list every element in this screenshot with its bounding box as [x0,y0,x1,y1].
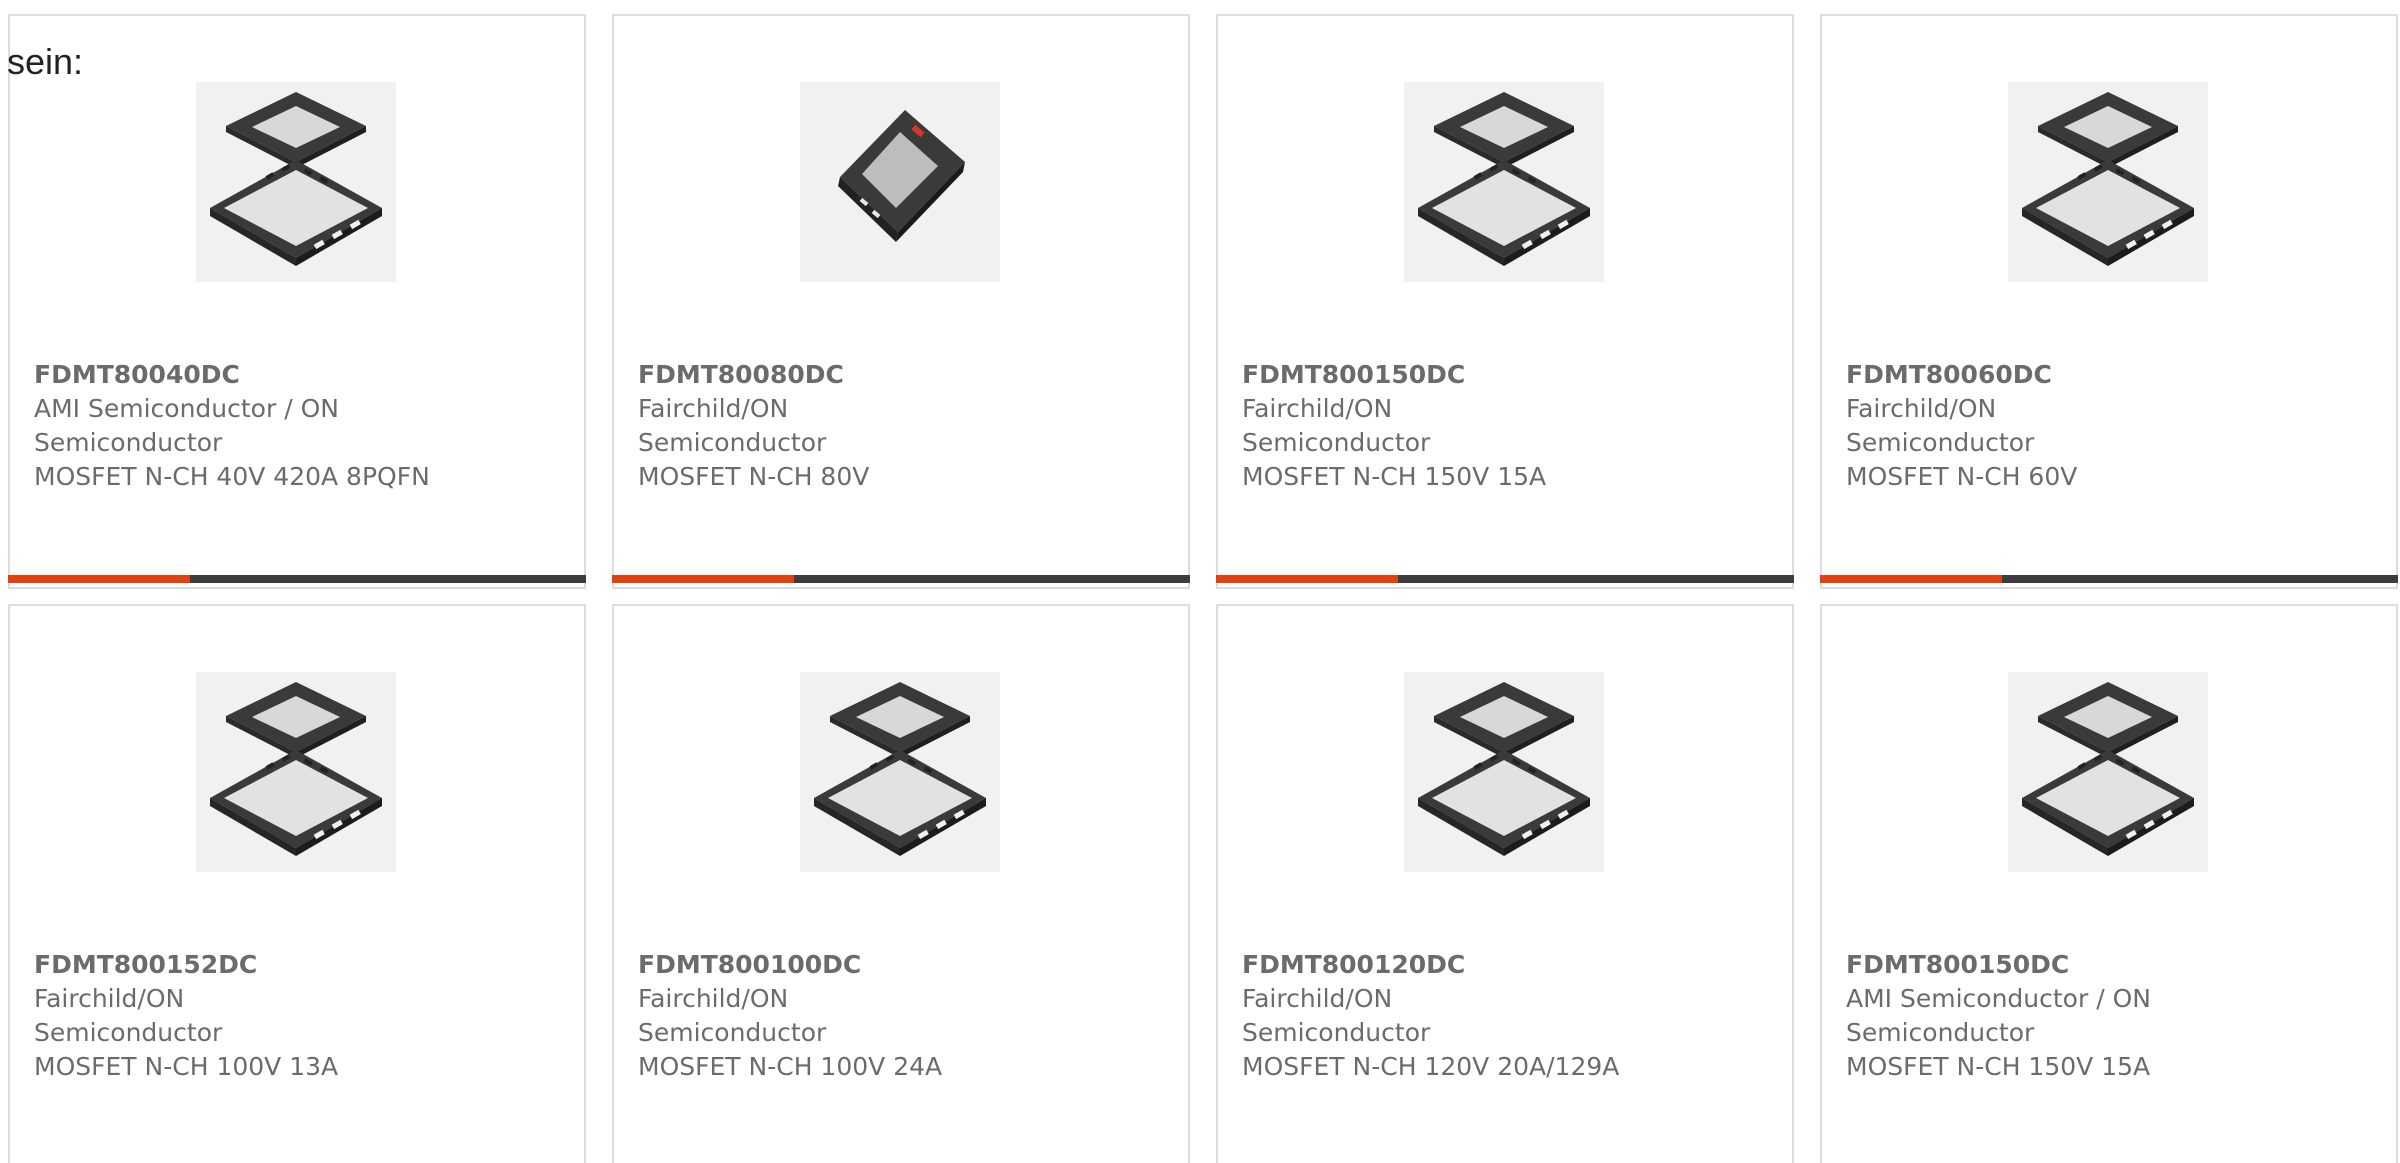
product-description: MOSFET N-CH 100V 13A [34,1052,339,1081]
product-description: MOSFET N-CH 120V 20A/129A [1242,1052,1620,1081]
product-manufacturer: Fairchild/ON Semiconductor [1242,394,1431,457]
product-description: MOSFET N-CH 40V 420A 8PQFN [34,462,430,491]
product-image[interactable] [800,82,1000,282]
product-description: MOSFET N-CH 150V 15A [1846,1052,2151,1081]
product-card[interactable]: FDMT800150DC AMI Semiconductor / ON Semi… [1820,604,2398,1163]
product-info: FDMT80040DC AMI Semiconductor / ON Semic… [34,358,554,494]
exploded-qfn-package-icon [800,672,1000,872]
product-manufacturer: Fairchild/ON Semiconductor [1846,394,2035,457]
intro-text: sein: [7,41,84,82]
product-image[interactable] [800,672,1000,872]
product-card[interactable]: FDMT80080DC Fairchild/ON Semiconductor M… [612,14,1190,589]
exploded-qfn-package-icon [196,82,396,282]
product-part-number[interactable]: FDMT800120DC [1242,948,1762,982]
product-image[interactable] [1404,82,1604,282]
product-image[interactable] [2008,82,2208,282]
exploded-qfn-package-icon [1404,672,1604,872]
product-info: FDMT800150DC AMI Semiconductor / ON Semi… [1846,948,2366,1084]
product-manufacturer: Fairchild/ON Semiconductor [1242,984,1431,1047]
product-info: FDMT800150DC Fairchild/ON Semiconductor … [1242,358,1762,494]
product-description: MOSFET N-CH 60V [1846,462,2078,491]
product-description: MOSFET N-CH 150V 15A [1242,462,1547,491]
card-footer-bar [8,575,586,583]
product-manufacturer: AMI Semiconductor / ON Semiconductor [34,394,339,457]
product-manufacturer: AMI Semiconductor / ON Semiconductor [1846,984,2151,1047]
exploded-qfn-package-icon [2008,82,2208,282]
product-card[interactable]: FDMT800150DC Fairchild/ON Semiconductor … [1216,14,1794,589]
product-card[interactable]: FDMT800100DC Fairchild/ON Semiconductor … [612,604,1190,1163]
product-description: MOSFET N-CH 80V [638,462,870,491]
product-image[interactable] [2008,672,2208,872]
product-part-number[interactable]: FDMT800152DC [34,948,554,982]
product-info: FDMT80080DC Fairchild/ON Semiconductor M… [638,358,1158,494]
product-image[interactable] [196,82,396,282]
product-image[interactable] [1404,672,1604,872]
product-card[interactable]: FDMT80040DC AMI Semiconductor / ON Semic… [8,14,586,589]
product-info: FDMT800120DC Fairchild/ON Semiconductor … [1242,948,1762,1084]
product-part-number[interactable]: FDMT800100DC [638,948,1158,982]
product-description: MOSFET N-CH 100V 24A [638,1052,943,1081]
product-manufacturer: Fairchild/ON Semiconductor [638,394,827,457]
product-listing-page: sein: FDMT80040DC AMI Semiconductor / ON… [0,0,2400,1163]
product-info: FDMT80060DC Fairchild/ON Semiconductor M… [1846,358,2366,494]
product-part-number[interactable]: FDMT80080DC [638,358,1158,392]
product-grid: FDMT80040DC AMI Semiconductor / ON Semic… [8,14,2398,1163]
card-accent-bar [1216,575,1398,583]
exploded-qfn-package-icon [1404,82,1604,282]
product-part-number[interactable]: FDMT80040DC [34,358,554,392]
card-accent-bar [8,575,190,583]
product-info: FDMT800100DC Fairchild/ON Semiconductor … [638,948,1158,1084]
card-footer-bar [1216,575,1794,583]
card-footer-bar [612,575,1190,583]
product-image[interactable] [196,672,396,872]
card-accent-bar [612,575,794,583]
product-part-number[interactable]: FDMT80060DC [1846,358,2366,392]
product-info: FDMT800152DC Fairchild/ON Semiconductor … [34,948,554,1084]
product-card[interactable]: FDMT800152DC Fairchild/ON Semiconductor … [8,604,586,1163]
product-part-number[interactable]: FDMT800150DC [1846,948,2366,982]
card-footer-bar [1820,575,2398,583]
product-manufacturer: Fairchild/ON Semiconductor [34,984,223,1047]
product-card[interactable]: FDMT800120DC Fairchild/ON Semiconductor … [1216,604,1794,1163]
exploded-qfn-package-icon [196,672,396,872]
card-accent-bar [1820,575,2002,583]
exploded-qfn-package-icon [2008,672,2208,872]
product-manufacturer: Fairchild/ON Semiconductor [638,984,827,1047]
product-card[interactable]: FDMT80060DC Fairchild/ON Semiconductor M… [1820,14,2398,589]
product-part-number[interactable]: FDMT800150DC [1242,358,1762,392]
tilted-qfn-package-icon [800,82,1000,282]
